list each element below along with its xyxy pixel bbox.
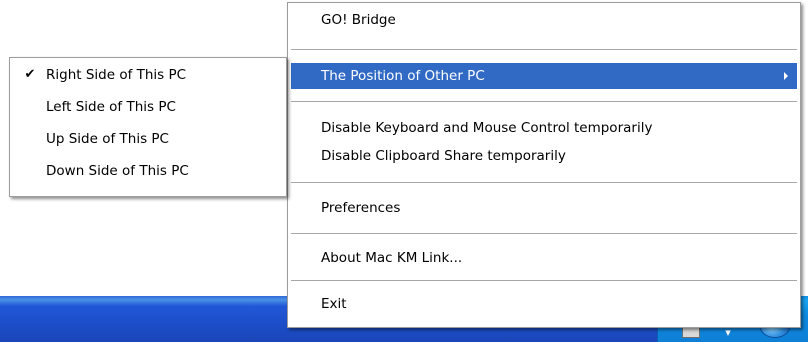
menu-item-about[interactable]: About Mac KM Link... [291,245,797,271]
menu-item-disable-clipboard[interactable]: Disable Clipboard Share temporarily [291,143,797,169]
menu-item-label: Disable Clipboard Share temporarily [321,148,566,164]
submenu-item-up-side[interactable]: Up Side of This PC [13,126,283,152]
menu-separator [291,49,797,50]
chevron-right-icon [784,72,788,80]
checkmark-icon: ✔ [24,67,36,82]
menu-separator [291,182,797,183]
menu-item-disable-keyboard-mouse[interactable]: Disable Keyboard and Mouse Control tempo… [291,115,797,141]
submenu-item-label: Down Side of This PC [46,163,189,179]
submenu-item-right-side[interactable]: ✔ Right Side of This PC [13,62,283,88]
submenu-item-label: Up Side of This PC [46,131,169,147]
submenu-item-label: Left Side of This PC [46,99,176,115]
menu-separator [291,233,797,234]
menu-item-exit[interactable]: Exit [291,291,797,317]
menu-item-position-of-other-pc[interactable]: The Position of Other PC [291,63,797,89]
menu-item-label: Exit [321,296,347,312]
menu-item-label: Disable Keyboard and Mouse Control tempo… [321,120,653,136]
menu-separator [291,101,797,102]
menu-item-preferences[interactable]: Preferences [291,195,797,221]
menu-item-label: GO! Bridge [321,12,396,28]
menu-separator [291,280,797,281]
menu-item-go-bridge[interactable]: GO! Bridge [291,7,797,33]
menu-item-label: About Mac KM Link... [321,250,463,266]
position-submenu: ✔ Right Side of This PC Left Side of Thi… [9,57,287,197]
submenu-item-label: Right Side of This PC [46,67,187,83]
submenu-item-left-side[interactable]: Left Side of This PC [13,94,283,120]
menu-item-label: The Position of Other PC [321,68,485,84]
menu-item-label: Preferences [321,200,401,216]
context-menu: GO! Bridge The Position of Other PC Disa… [287,2,801,328]
submenu-item-down-side[interactable]: Down Side of This PC [13,158,283,184]
